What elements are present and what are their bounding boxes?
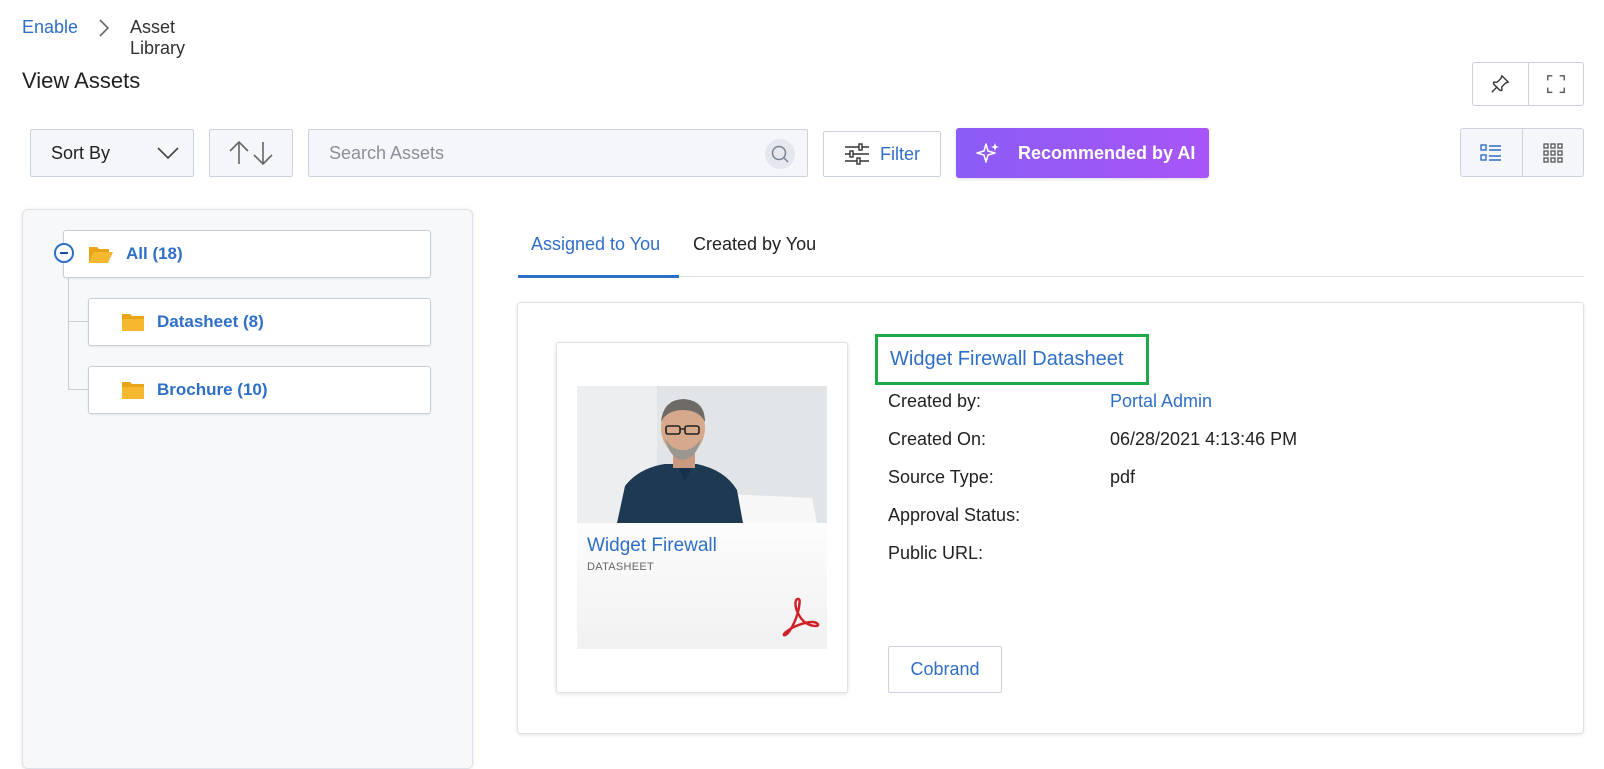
page-title: View Assets bbox=[22, 68, 141, 93]
list-view-button[interactable] bbox=[1461, 129, 1522, 176]
recommended-by-ai-button[interactable]: Recommended by AI bbox=[956, 128, 1209, 178]
public-url-label: Public URL: bbox=[888, 543, 984, 563]
search-box bbox=[308, 129, 808, 177]
tab-created-by-you[interactable]: Created by You bbox=[693, 234, 816, 255]
collapse-toggle[interactable] bbox=[54, 243, 74, 263]
tree-connector bbox=[68, 278, 69, 390]
pdf-icon bbox=[782, 597, 820, 637]
folder-all-label: All (18) bbox=[126, 244, 183, 263]
window-actions bbox=[1472, 62, 1584, 106]
grid-view-icon bbox=[1543, 142, 1563, 163]
folder-all[interactable]: All (18) bbox=[63, 230, 431, 278]
asset-thumbnail-photo bbox=[577, 386, 827, 523]
sort-arrows-icon bbox=[229, 140, 273, 166]
folder-datasheet-label: Datasheet (8) bbox=[157, 312, 264, 331]
sparkle-icon bbox=[976, 143, 999, 163]
filter-sliders-icon bbox=[845, 143, 869, 165]
tree-connector bbox=[68, 389, 88, 390]
asset-thumbnail-title: Widget Firewall bbox=[587, 535, 717, 556]
sort-by-label: Sort By bbox=[51, 142, 111, 163]
asset-title-highlight: Widget Firewall Datasheet bbox=[875, 334, 1149, 385]
fullscreen-button[interactable] bbox=[1527, 63, 1584, 105]
created-by-value[interactable]: Portal Admin bbox=[1110, 391, 1212, 412]
folder-icon bbox=[122, 382, 144, 399]
chevron-right-icon bbox=[99, 19, 110, 37]
filter-label: Filter bbox=[880, 143, 920, 164]
asset-title-link[interactable]: Widget Firewall Datasheet bbox=[890, 348, 1123, 371]
folder-panel bbox=[22, 209, 473, 769]
created-on-label: Created On: bbox=[888, 429, 987, 449]
ai-label: Recommended by AI bbox=[1018, 142, 1196, 163]
source-type-value: pdf bbox=[1110, 467, 1136, 487]
approval-status-label: Approval Status: bbox=[888, 505, 1021, 525]
source-type-label: Source Type: bbox=[888, 467, 994, 487]
breadcrumb-enable-link[interactable]: Enable bbox=[22, 17, 78, 38]
created-on-value: 06/28/2021 4:13:46 PM bbox=[1110, 429, 1298, 449]
pin-button[interactable] bbox=[1473, 63, 1528, 105]
chevron-down-icon bbox=[157, 147, 179, 160]
folder-brochure-label: Brochure (10) bbox=[157, 380, 268, 399]
fullscreen-icon bbox=[1546, 75, 1565, 93]
cobrand-button[interactable]: Cobrand bbox=[888, 646, 1002, 693]
list-view-icon bbox=[1480, 143, 1502, 161]
sort-by-select[interactable]: Sort By bbox=[30, 129, 194, 177]
active-tab-indicator bbox=[518, 275, 679, 278]
folder-icon bbox=[122, 314, 144, 331]
pin-icon bbox=[1491, 75, 1510, 93]
folder-brochure[interactable]: Brochure (10) bbox=[88, 366, 431, 414]
search-icon[interactable] bbox=[765, 139, 795, 169]
search-input[interactable] bbox=[309, 130, 807, 176]
breadcrumb-current: Asset Library bbox=[130, 17, 186, 58]
tree-connector bbox=[68, 321, 88, 322]
created-by-label: Created by: bbox=[888, 391, 982, 411]
view-toggle bbox=[1460, 128, 1584, 177]
grid-view-button[interactable] bbox=[1521, 129, 1584, 176]
filter-button[interactable]: Filter bbox=[823, 131, 941, 177]
tab-assigned-to-you[interactable]: Assigned to You bbox=[531, 234, 660, 255]
asset-thumbnail-type: DATASHEET bbox=[587, 561, 655, 573]
sort-direction-button[interactable] bbox=[209, 129, 293, 177]
folder-datasheet[interactable]: Datasheet (8) bbox=[88, 298, 431, 346]
folder-open-icon bbox=[89, 247, 113, 263]
